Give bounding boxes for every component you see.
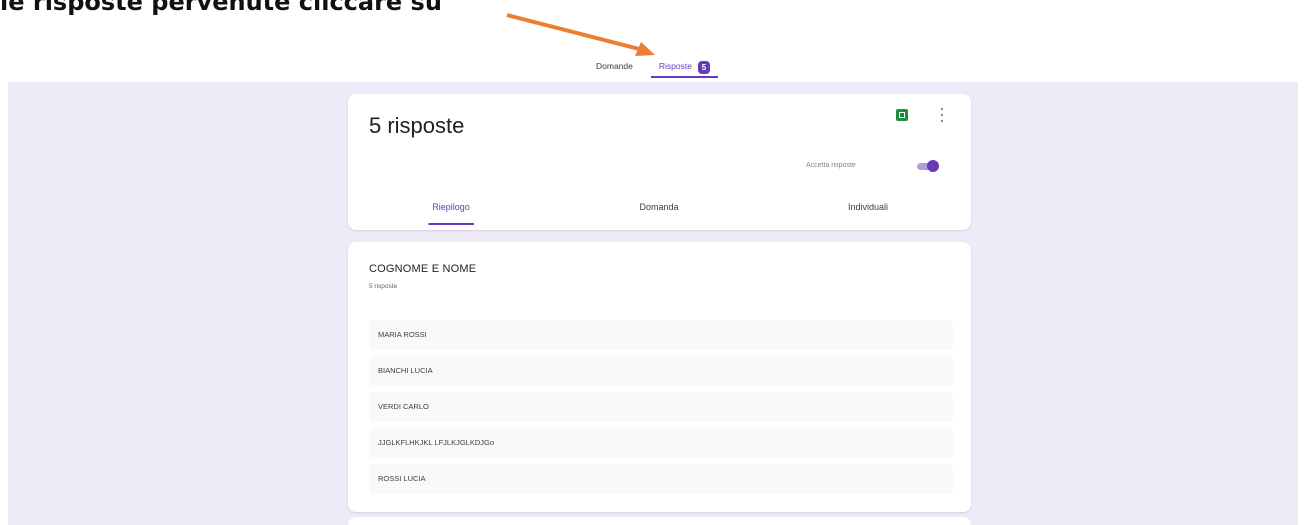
answer-item: VERDI CARLO [369, 392, 953, 422]
accept-responses-toggle[interactable] [915, 160, 939, 172]
more-vert-icon[interactable] [940, 108, 944, 122]
question-response-count: 5 risposte [369, 283, 398, 290]
answer-item: BIANCHI LUCIA [369, 356, 953, 386]
instruction-caption: le risposte pervenute cliccare su [0, 0, 442, 16]
answer-item: JJGLKFLHKJKL LFJLKJGLKDJGo [369, 428, 953, 458]
answers-list: MARIA ROSSI BIANCHI LUCIA VERDI CARLO JJ… [369, 320, 953, 500]
question-summary-card: COGNOME E NOME 5 risposte MARIA ROSSI BI… [348, 242, 971, 512]
next-card-edge [348, 517, 971, 525]
responses-summary-card: 5 risposte Accetta risposte Riepilogo Do… [348, 94, 971, 230]
tab-questions[interactable]: Domande [592, 57, 637, 82]
tab-summary[interactable]: Riepilogo [428, 202, 474, 230]
responses-count-title: 5 risposte [369, 113, 465, 138]
tab-responses-label: Risposte [658, 61, 692, 71]
responses-count-badge: 5 [697, 61, 710, 74]
form-top-tabs: Domande Risposte 5 [0, 57, 1306, 82]
responses-view-tabs: Riepilogo Domanda Individuali [348, 202, 971, 230]
orange-arrow-annotation [506, 13, 655, 56]
answer-item: MARIA ROSSI [369, 320, 953, 350]
tab-questions-label: Domande [596, 61, 633, 71]
google-sheets-icon[interactable] [896, 109, 908, 121]
question-title: COGNOME E NOME [369, 263, 477, 275]
tab-responses[interactable]: Risposte 5 [650, 57, 719, 82]
tab-individual[interactable]: Individuali [848, 202, 888, 230]
answer-item: ROSSI LUCIA [369, 464, 953, 494]
tab-question[interactable]: Domanda [639, 202, 678, 230]
accept-responses-label: Accetta risposte [806, 162, 856, 169]
